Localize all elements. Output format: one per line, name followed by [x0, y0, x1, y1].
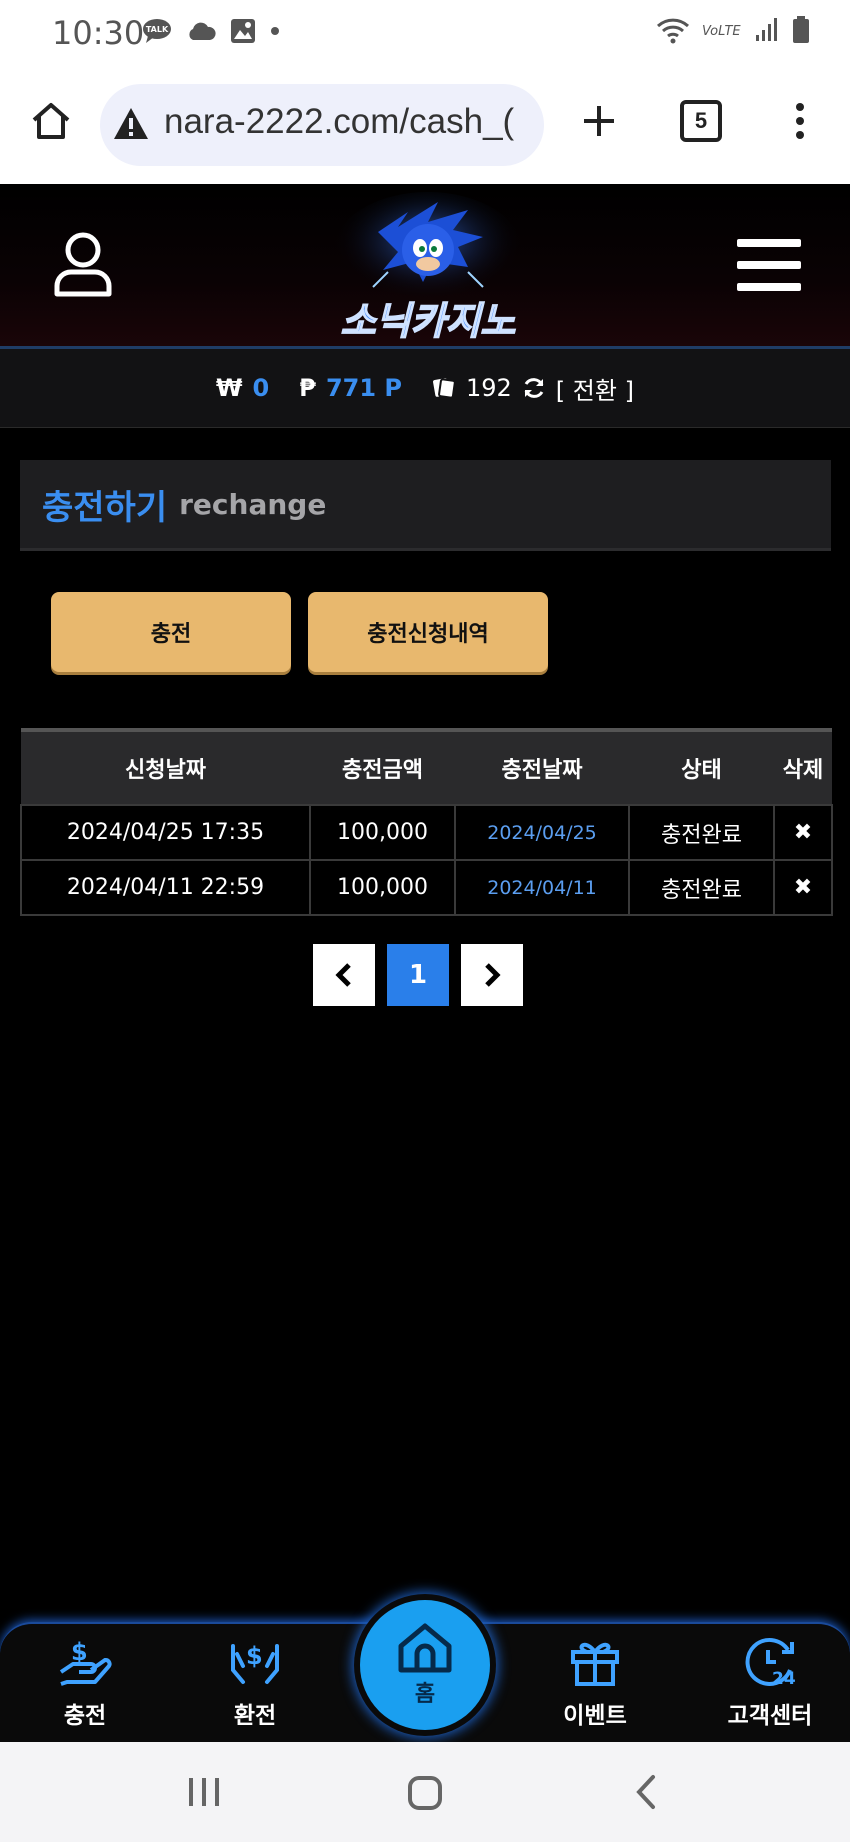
volte-icon: VoLTE — [702, 24, 741, 39]
section-title-korean: 충전하기 — [42, 487, 168, 528]
chevron-right-icon — [485, 963, 501, 987]
home-icon — [32, 103, 70, 139]
prev-page-button[interactable] — [313, 944, 375, 1006]
hamburger-menu-icon — [737, 239, 801, 291]
cell-charge-date: 2024/04/25 — [454, 804, 630, 861]
cell-amount: 100,000 — [309, 859, 456, 916]
point-balance: 771 P — [325, 374, 402, 402]
nav-charge-label: 충전 — [63, 1703, 107, 1729]
site-logo[interactable]: 소닉카지노 — [318, 192, 538, 344]
cell-status: 충전완료 — [628, 804, 775, 861]
support-24-icon: 24 — [745, 1637, 796, 1689]
cell-request-date: 2024/04/25 17:35 — [20, 804, 311, 861]
cell-amount: 100,000 — [309, 804, 456, 861]
cloud-icon — [189, 22, 216, 40]
nav-support-label: 고객센터 — [727, 1703, 813, 1729]
svg-text:VoLTE: VoLTE — [702, 24, 741, 39]
point-symbol: ₱ — [299, 374, 316, 402]
signal-icon — [756, 18, 777, 41]
battery-icon — [793, 16, 809, 43]
header-charge-date: 충전날짜 — [455, 728, 629, 805]
exchange-hands-icon: $ — [231, 1642, 279, 1684]
status-notification-icons: TALK — [142, 18, 280, 44]
header-amount: 충전금액 — [310, 728, 455, 805]
gift-icon — [571, 1642, 619, 1686]
nav-exchange[interactable]: $ 환전 — [200, 1636, 310, 1730]
balance-bar: ₩ 0 ₱ 771 P 192 [ 전환 ] — [0, 349, 850, 428]
chips-icon — [433, 378, 456, 399]
talk-icon: TALK — [143, 19, 171, 43]
image-icon — [231, 19, 255, 43]
charge-history-button[interactable]: 충전신청내역 — [308, 592, 548, 672]
won-symbol: ₩ — [216, 374, 243, 402]
table-row: 2024/04/11 22:59 100,000 2024/04/11 충전완료… — [20, 859, 833, 916]
home-icon — [398, 1623, 452, 1673]
main-menu-button[interactable] — [736, 232, 802, 298]
site-header: 소닉카지노 — [0, 184, 850, 349]
status-system-icons: VoLTE — [656, 16, 810, 44]
nav-event-label: 이벤트 — [563, 1703, 627, 1729]
url-text: nara-2222.com/cash_( — [164, 102, 515, 141]
charge-history-table: 신청날짜 충전금액 충전날짜 상태 삭제 2024/04/25 17:35 10… — [20, 728, 833, 916]
logo-text: 소닉카지노 — [340, 298, 516, 344]
system-back-button[interactable] — [622, 1768, 670, 1816]
cell-request-date: 2024/04/11 22:59 — [20, 859, 311, 916]
nav-exchange-label: 환전 — [233, 1703, 277, 1729]
svg-text:TALK: TALK — [146, 25, 169, 34]
nav-home-label: 홈 — [414, 1682, 436, 1707]
warning-icon — [114, 108, 148, 139]
tab-switcher-button[interactable]: 5 — [676, 96, 726, 146]
url-bar[interactable]: nara-2222.com/cash_( — [100, 84, 544, 166]
delete-button[interactable]: ✖ — [773, 859, 833, 916]
square-home-icon — [408, 1776, 442, 1810]
convert-button[interactable]: [ 전환 ] — [556, 371, 634, 406]
nav-event[interactable]: 이벤트 — [540, 1636, 650, 1730]
page-1-button[interactable]: 1 — [387, 944, 449, 1006]
svg-text:$: $ — [71, 1638, 88, 1666]
next-page-button[interactable] — [461, 944, 523, 1006]
svg-text:24: 24 — [772, 1669, 796, 1688]
new-tab-button[interactable] — [576, 98, 622, 144]
chevron-left-icon — [335, 963, 351, 987]
header-status: 상태 — [629, 728, 774, 805]
status-bar: 10:30 TALK VoLTE — [0, 0, 850, 72]
system-home-button[interactable] — [400, 1768, 450, 1818]
delete-button[interactable]: ✖ — [773, 804, 833, 861]
nav-support[interactable]: 24 고객센터 — [710, 1636, 830, 1730]
table-row: 2024/04/25 17:35 100,000 2024/04/25 충전완료… — [20, 804, 833, 861]
wifi-icon — [656, 18, 690, 44]
back-icon — [636, 1775, 655, 1809]
more-vertical-icon — [796, 103, 804, 139]
header-request-date: 신청날짜 — [21, 728, 310, 805]
section-title-english: rechange — [179, 487, 327, 521]
table-header-row: 신청날짜 충전금액 충전날짜 상태 삭제 — [21, 728, 832, 805]
charge-button[interactable]: 충전 — [51, 592, 291, 672]
cell-status: 충전완료 — [628, 859, 775, 916]
won-balance: 0 — [252, 374, 270, 402]
system-nav-bar — [0, 1742, 850, 1842]
chip-balance: 192 — [465, 374, 512, 402]
recent-apps-icon — [189, 1778, 219, 1806]
user-button[interactable] — [48, 230, 118, 300]
svg-text:$: $ — [246, 1642, 263, 1670]
pagination: 1 — [313, 944, 523, 1006]
refresh-icon[interactable] — [522, 376, 546, 400]
dot-icon — [271, 27, 279, 35]
tab-count: 5 — [680, 100, 722, 142]
charge-hand-icon: $ — [59, 1638, 112, 1686]
section-title: 충전하기 rechange — [20, 460, 831, 551]
recent-apps-button[interactable] — [180, 1768, 228, 1816]
browser-toolbar: nara-2222.com/cash_( 5 — [0, 72, 850, 184]
browser-home-button[interactable] — [26, 96, 76, 146]
nav-home-button[interactable]: 홈 — [360, 1600, 490, 1730]
plus-icon — [584, 106, 614, 136]
browser-menu-button[interactable] — [780, 96, 820, 146]
header-delete: 삭제 — [774, 728, 832, 805]
nav-charge[interactable]: $ 충전 — [30, 1636, 140, 1730]
cell-charge-date: 2024/04/11 — [454, 859, 630, 916]
user-icon — [54, 232, 112, 297]
status-time: 10:30 — [52, 14, 145, 52]
